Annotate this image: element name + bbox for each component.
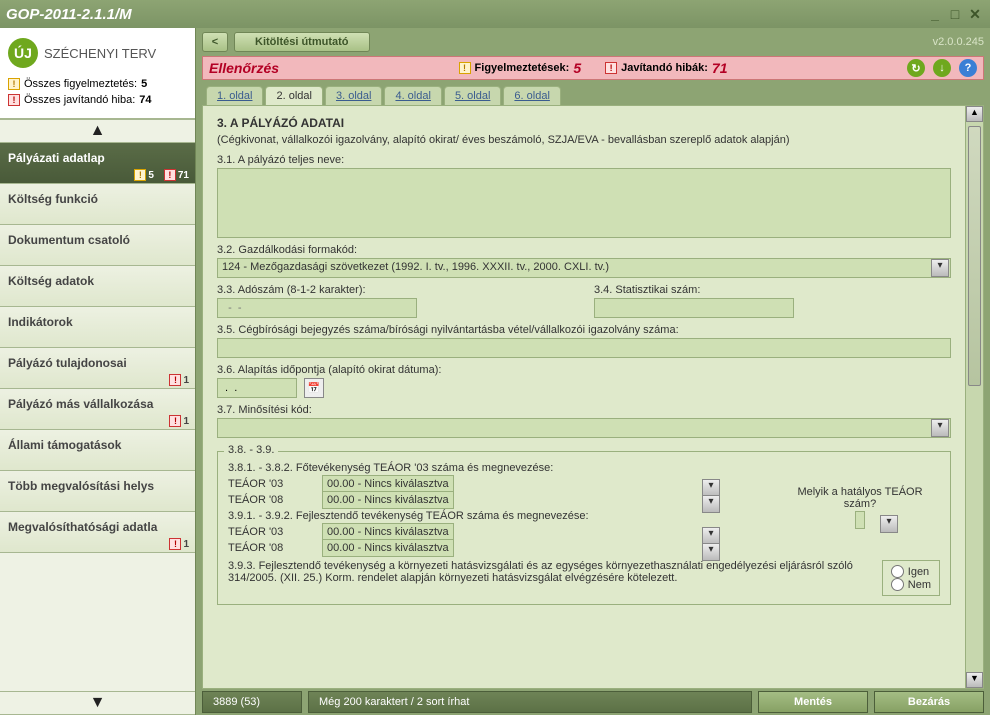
status-char-info: Még 200 karaktert / 2 sort írhat bbox=[308, 691, 752, 713]
nav-scroll-down[interactable]: ▼ bbox=[0, 691, 195, 715]
save-button[interactable]: Mentés bbox=[758, 691, 868, 713]
label-381: 3.8.1. - 3.8.2. Főtevékenység TEÁOR '03 … bbox=[228, 462, 940, 474]
tab-page-3[interactable]: 3. oldal bbox=[325, 86, 382, 105]
sidebar-item-3[interactable]: Költség adatok bbox=[0, 266, 195, 307]
section-subtitle: (Cégkivonat, vállalkozói igazolvány, ala… bbox=[217, 134, 951, 146]
sidebar-item-6[interactable]: Pályázó más vállalkozása!1 bbox=[0, 389, 195, 430]
fieldset-legend: 3.8. - 3.9. bbox=[224, 444, 278, 456]
close-button-footer[interactable]: Bezárás bbox=[874, 691, 984, 713]
sidebar-item-7[interactable]: Állami támogatások bbox=[0, 430, 195, 471]
close-button[interactable]: ✕ bbox=[966, 5, 984, 23]
label-32: 3.2. Gazdálkodási formakód: bbox=[217, 244, 951, 256]
total-warnings-count: 5 bbox=[141, 78, 147, 90]
status-left: 3889 (53) bbox=[202, 691, 302, 713]
select-legal-form[interactable]: 124 - Mezőgazdasági szövetkezet (1992. I… bbox=[217, 258, 951, 278]
sidebar-item-5[interactable]: Pályázó tulajdonosai!1 bbox=[0, 348, 195, 389]
version-label: v2.0.0.245 bbox=[933, 36, 984, 48]
total-errors-label: Összes javítandó hiba: bbox=[24, 94, 135, 106]
back-button[interactable]: < bbox=[202, 32, 228, 52]
nav-list: Pályázati adatlap!5!71Költség funkcióDok… bbox=[0, 143, 195, 553]
sidebar-item-4[interactable]: Indikátorok bbox=[0, 307, 195, 348]
sidebar-item-2[interactable]: Dokumentum csatoló bbox=[0, 225, 195, 266]
warning-icon: ! bbox=[8, 78, 20, 90]
select-qualification-code[interactable] bbox=[217, 418, 951, 438]
form-content: 3. A PÁLYÁZÓ ADATAI (Cégkivonat, vállalk… bbox=[203, 106, 965, 688]
app-title: GOP-2011-2.1.1/M bbox=[6, 6, 924, 23]
nav-err-badge: !1 bbox=[169, 415, 189, 427]
nav-err-badge: !1 bbox=[169, 374, 189, 386]
input-founding-date[interactable] bbox=[217, 378, 297, 398]
label-35: 3.5. Cégbírósági bejegyzés száma/bíróság… bbox=[217, 324, 951, 336]
label-33: 3.3. Adószám (8-1-2 karakter): bbox=[217, 284, 574, 296]
label-teaor08: TEÁOR '08 bbox=[228, 494, 308, 506]
input-stat-number[interactable] bbox=[594, 298, 794, 318]
nav-warn-badge: !5 bbox=[134, 169, 154, 181]
label-393: 3.9.3. Fejlesztendő tevékenység a környe… bbox=[228, 560, 872, 596]
sidebar-item-9[interactable]: Megvalósíthatósági adatla!1 bbox=[0, 512, 195, 553]
label-teaor03: TEÁOR '03 bbox=[228, 478, 308, 490]
tab-page-6[interactable]: 6. oldal bbox=[503, 86, 560, 105]
help-icon[interactable]: ? bbox=[959, 59, 977, 77]
content-scrollbar[interactable]: ▲ ▼ bbox=[965, 106, 983, 688]
label-teaor08b: TEÁOR '08 bbox=[228, 542, 308, 554]
logo-icon: ÚJ bbox=[8, 38, 38, 68]
sidebar-item-1[interactable]: Költség funkció bbox=[0, 184, 195, 225]
logo-box: ÚJ SZÉCHENYI TERV ! Összes figyelmezteté… bbox=[0, 28, 195, 119]
radio-group-393: Igen Nem bbox=[882, 560, 940, 596]
validation-title: Ellenőrzés bbox=[209, 60, 279, 76]
sidebar: ÚJ SZÉCHENYI TERV ! Összes figyelmezteté… bbox=[0, 28, 196, 715]
label-31: 3.1. A pályázó teljes neve: bbox=[217, 154, 951, 166]
warnings-count: 5 bbox=[573, 60, 581, 76]
guide-button[interactable]: Kitöltési útmutató bbox=[234, 32, 370, 52]
radio-nem[interactable] bbox=[891, 578, 904, 591]
error-icon: ! bbox=[605, 62, 617, 74]
radio-igen[interactable] bbox=[891, 565, 904, 578]
nav-scroll-up[interactable]: ▲ bbox=[0, 119, 195, 143]
label-teaor03b: TEÁOR '03 bbox=[228, 526, 308, 538]
validation-bar: Ellenőrzés ! Figyelmeztetések: 5 ! Javít… bbox=[202, 56, 984, 80]
calendar-icon[interactable]: 📅 bbox=[304, 378, 324, 398]
tab-page-4[interactable]: 4. oldal bbox=[384, 86, 441, 105]
sidebar-item-0[interactable]: Pályázati adatlap!5!71 bbox=[0, 143, 195, 184]
label-36: 3.6. Alapítás időpontja (alapító okirat … bbox=[217, 364, 951, 376]
input-registration-number[interactable] bbox=[217, 338, 951, 358]
sidebar-item-8[interactable]: Több megvalósítási helys bbox=[0, 471, 195, 512]
select-main-teaor08[interactable]: 00.00 - Nincs kiválasztva bbox=[322, 491, 454, 509]
nav-err-badge: !1 bbox=[169, 538, 189, 550]
nav-err-badge: !71 bbox=[164, 169, 189, 181]
section-title: 3. A PÁLYÁZÓ ADATAI bbox=[217, 116, 951, 130]
errors-count: 71 bbox=[712, 60, 728, 76]
toolbar: < Kitöltési útmutató v2.0.0.245 bbox=[196, 28, 990, 56]
download-icon[interactable]: ↓ bbox=[933, 59, 951, 77]
tab-page-5[interactable]: 5. oldal bbox=[444, 86, 501, 105]
tab-page-1[interactable]: 1. oldal bbox=[206, 86, 263, 105]
total-errors-count: 74 bbox=[139, 94, 151, 106]
label-37: 3.7. Minősítési kód: bbox=[217, 404, 951, 416]
scroll-up-button[interactable]: ▲ bbox=[966, 106, 983, 122]
statusbar: 3889 (53) Még 200 karaktert / 2 sort írh… bbox=[196, 689, 990, 715]
maximize-button[interactable]: □ bbox=[946, 5, 964, 23]
errors-label: Javítandó hibák: bbox=[621, 62, 708, 74]
logo-text: SZÉCHENYI TERV bbox=[44, 46, 156, 61]
titlebar: GOP-2011-2.1.1/M _ □ ✕ bbox=[0, 0, 990, 28]
total-warnings-label: Összes figyelmeztetés: bbox=[24, 78, 137, 90]
select-valid-teaor[interactable] bbox=[855, 511, 865, 529]
tab-page-2[interactable]: 2. oldal bbox=[265, 86, 322, 105]
scroll-thumb[interactable] bbox=[968, 126, 981, 386]
warnings-label: Figyelmeztetések: bbox=[475, 62, 570, 74]
label-valid-teaor: Melyik a hatályos TEÁOR szám? bbox=[780, 486, 940, 510]
error-icon: ! bbox=[8, 94, 20, 106]
minimize-button[interactable]: _ bbox=[926, 5, 944, 23]
refresh-icon[interactable]: ↻ bbox=[907, 59, 925, 77]
scroll-down-button[interactable]: ▼ bbox=[966, 672, 983, 688]
label-34: 3.4. Statisztikai szám: bbox=[594, 284, 951, 296]
input-applicant-name[interactable] bbox=[217, 168, 951, 238]
input-tax-number[interactable] bbox=[217, 298, 417, 318]
warning-icon: ! bbox=[459, 62, 471, 74]
page-tabs: 1. oldal2. oldal3. oldal4. oldal5. oldal… bbox=[196, 80, 990, 105]
select-dev-teaor08[interactable]: 00.00 - Nincs kiválasztva bbox=[322, 539, 454, 557]
